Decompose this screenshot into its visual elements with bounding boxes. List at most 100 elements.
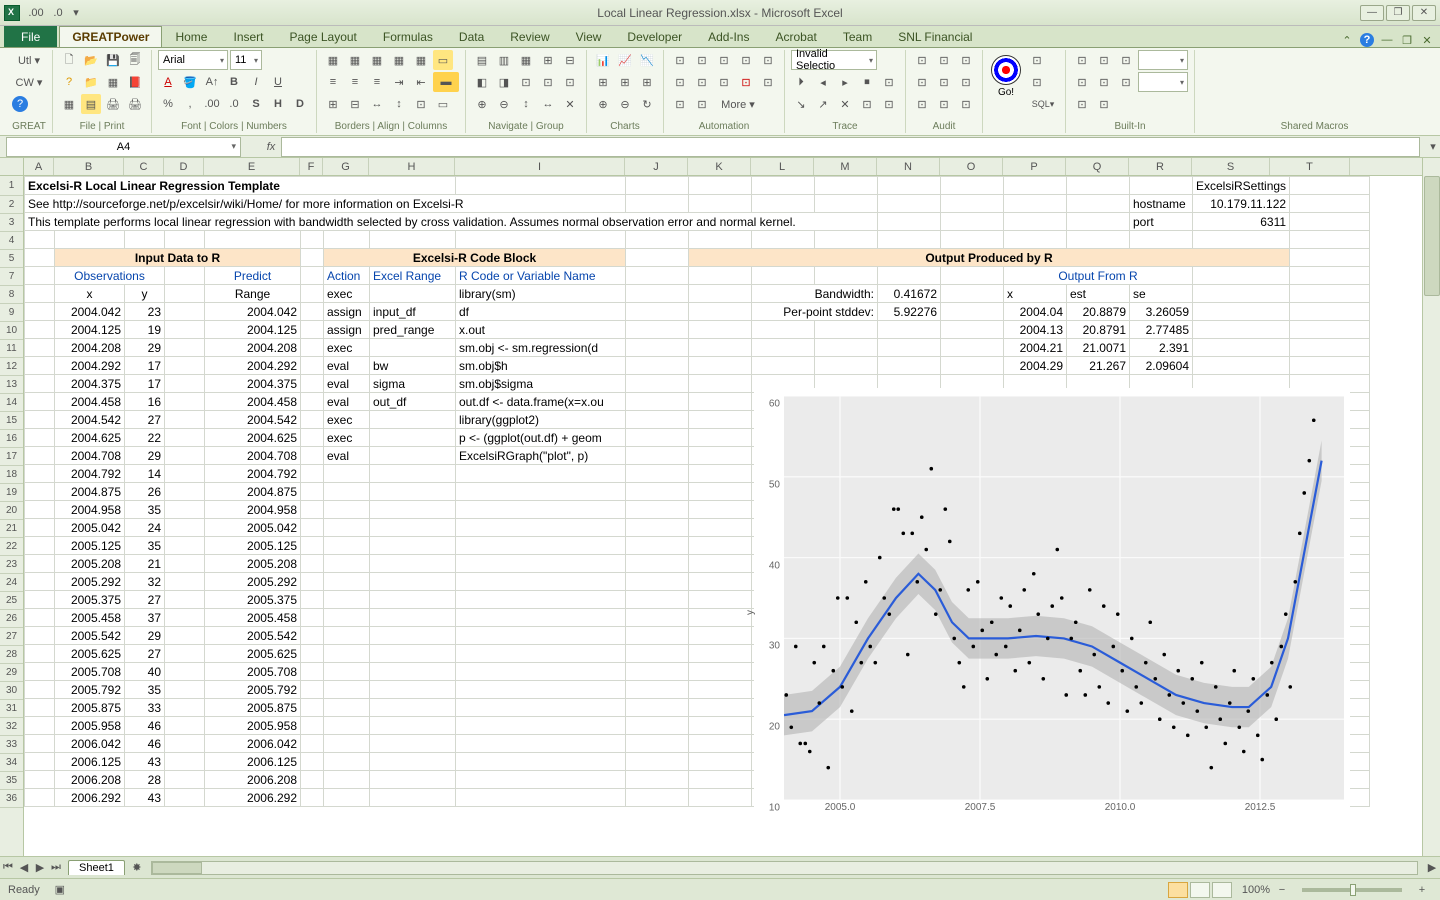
al5-icon[interactable]: ⇤	[411, 72, 431, 92]
tab-insert[interactable]: Insert	[220, 26, 276, 47]
col-header-A[interactable]: A	[24, 158, 54, 175]
n1-icon[interactable]: ▤	[472, 50, 492, 70]
row-header-36[interactable]: 36	[0, 790, 23, 808]
zoom-in-button[interactable]: +	[1412, 880, 1432, 900]
sheet-tab-sheet1[interactable]: Sheet1	[68, 860, 125, 875]
g5-icon[interactable]: ✕	[560, 94, 580, 114]
row-header-22[interactable]: 22	[0, 538, 23, 556]
more-dropdown[interactable]: More ▾	[714, 94, 762, 114]
row-header-33[interactable]: 33	[0, 736, 23, 754]
a12-icon[interactable]: ⊡	[692, 94, 712, 114]
formula-expand-icon[interactable]: ▾	[1426, 137, 1440, 157]
a5-icon[interactable]: ⊡	[758, 50, 778, 70]
horizontal-scrollbar[interactable]	[151, 861, 1418, 875]
workbook-restore-icon[interactable]: ❐	[1400, 33, 1414, 47]
tab-view[interactable]: View	[563, 26, 615, 47]
row-header-3[interactable]: 3	[0, 214, 23, 232]
t7-icon[interactable]: ↗	[813, 94, 833, 114]
c3-icon[interactable]: ↔	[367, 94, 387, 114]
qat-btn-1[interactable]: .00	[26, 3, 46, 23]
a10-icon[interactable]: ⊡	[758, 72, 778, 92]
row-header-23[interactable]: 23	[0, 556, 23, 574]
workbook-minimize-icon[interactable]: —	[1380, 33, 1394, 47]
t1-icon[interactable]: ⏵	[791, 72, 811, 92]
italic-button[interactable]: I	[246, 72, 266, 92]
tab-developer[interactable]: Developer	[614, 26, 695, 47]
col-header-H[interactable]: H	[369, 158, 455, 175]
col-header-G[interactable]: G	[323, 158, 369, 175]
row-header-29[interactable]: 29	[0, 664, 23, 682]
row-header-27[interactable]: 27	[0, 628, 23, 646]
row-header-19[interactable]: 19	[0, 484, 23, 502]
a3-icon[interactable]: ⊡	[714, 50, 734, 70]
a11-icon[interactable]: ⊡	[670, 94, 690, 114]
zoom-knob[interactable]	[1350, 884, 1356, 896]
help-icon[interactable]: ?	[1360, 33, 1374, 47]
col-header-S[interactable]: S	[1192, 158, 1270, 175]
row-header-15[interactable]: 15	[0, 412, 23, 430]
a1-icon[interactable]: ⊡	[670, 50, 690, 70]
row-header-7[interactable]: 7	[0, 268, 23, 286]
dec-inc-icon[interactable]: .00	[202, 94, 222, 114]
row-header-35[interactable]: 35	[0, 772, 23, 790]
comma-icon[interactable]: ,	[180, 94, 200, 114]
t8-icon[interactable]: ✕	[835, 94, 855, 114]
print-area-icon[interactable]: ▦	[59, 94, 79, 114]
c4-icon[interactable]: ↕	[389, 94, 409, 114]
col-header-K[interactable]: K	[688, 158, 751, 175]
macro-record-icon[interactable]: ▣	[50, 880, 70, 900]
col-header-F[interactable]: F	[300, 158, 323, 175]
b1-icon[interactable]: ▦	[323, 50, 343, 70]
new-icon[interactable]: 🗋	[59, 50, 79, 70]
n10-icon[interactable]: ⊡	[560, 72, 580, 92]
go-button[interactable]: Go!	[989, 50, 1023, 102]
embedded-chart[interactable]: 102030405060 y 2005.02007.52010.02012.5	[754, 388, 1350, 826]
ch8-icon[interactable]: ⊖	[615, 94, 635, 114]
col-header-L[interactable]: L	[751, 158, 814, 175]
col-header-E[interactable]: E	[204, 158, 300, 175]
new-sheet-icon[interactable]: ✸	[129, 860, 145, 876]
zoom-out-button[interactable]: −	[1272, 880, 1292, 900]
t10-icon[interactable]: ⊡	[879, 94, 899, 114]
d-button[interactable]: D	[290, 94, 310, 114]
underline-button[interactable]: U	[268, 72, 288, 92]
ch6-icon[interactable]: ⊞	[637, 72, 657, 92]
name-box[interactable]: A4	[6, 137, 241, 157]
h-button[interactable]: H	[268, 94, 288, 114]
al4-icon[interactable]: ⇥	[389, 72, 409, 92]
n9-icon[interactable]: ⊡	[538, 72, 558, 92]
normal-view-button[interactable]	[1168, 882, 1188, 898]
minimize-ribbon-icon[interactable]: ⌃	[1340, 33, 1354, 47]
a9-icon[interactable]: ⊡	[736, 72, 756, 92]
row-header-12[interactable]: 12	[0, 358, 23, 376]
au7-icon[interactable]: ⊡	[912, 94, 932, 114]
row-header-14[interactable]: 14	[0, 394, 23, 412]
row-header-5[interactable]: 5	[0, 250, 23, 268]
tab-acrobat[interactable]: Acrobat	[762, 26, 829, 47]
au9-icon[interactable]: ⊡	[956, 94, 976, 114]
vertical-scrollbar[interactable]	[1422, 158, 1440, 856]
row-header-28[interactable]: 28	[0, 646, 23, 664]
a4-icon[interactable]: ⊡	[736, 50, 756, 70]
row-header-11[interactable]: 11	[0, 340, 23, 358]
a8-icon[interactable]: ⊡	[714, 72, 734, 92]
utl-dropdown[interactable]: Utl ▾	[12, 50, 46, 70]
row-header-9[interactable]: 9	[0, 304, 23, 322]
ch3-icon[interactable]: 📉	[637, 50, 657, 70]
c5-icon[interactable]: ⊡	[411, 94, 431, 114]
t5-icon[interactable]: ⊡	[879, 72, 899, 92]
bold-button[interactable]: B	[224, 72, 244, 92]
ch5-icon[interactable]: ⊞	[615, 72, 635, 92]
row-header-32[interactable]: 32	[0, 718, 23, 736]
ch9-icon[interactable]: ↻	[637, 94, 657, 114]
c1-icon[interactable]: ⊞	[323, 94, 343, 114]
qat-dropdown[interactable]: ▾	[70, 3, 82, 23]
book-icon[interactable]: 📕	[125, 72, 145, 92]
t4-icon[interactable]: ⏹	[857, 72, 877, 92]
n7-icon[interactable]: ◨	[494, 72, 514, 92]
prev-sheet-icon[interactable]: ◀	[16, 860, 32, 876]
s-button[interactable]: S	[246, 94, 266, 114]
bi6-icon[interactable]: ⊡	[1116, 72, 1136, 92]
b3-icon[interactable]: ▦	[367, 50, 387, 70]
col-header-B[interactable]: B	[54, 158, 124, 175]
